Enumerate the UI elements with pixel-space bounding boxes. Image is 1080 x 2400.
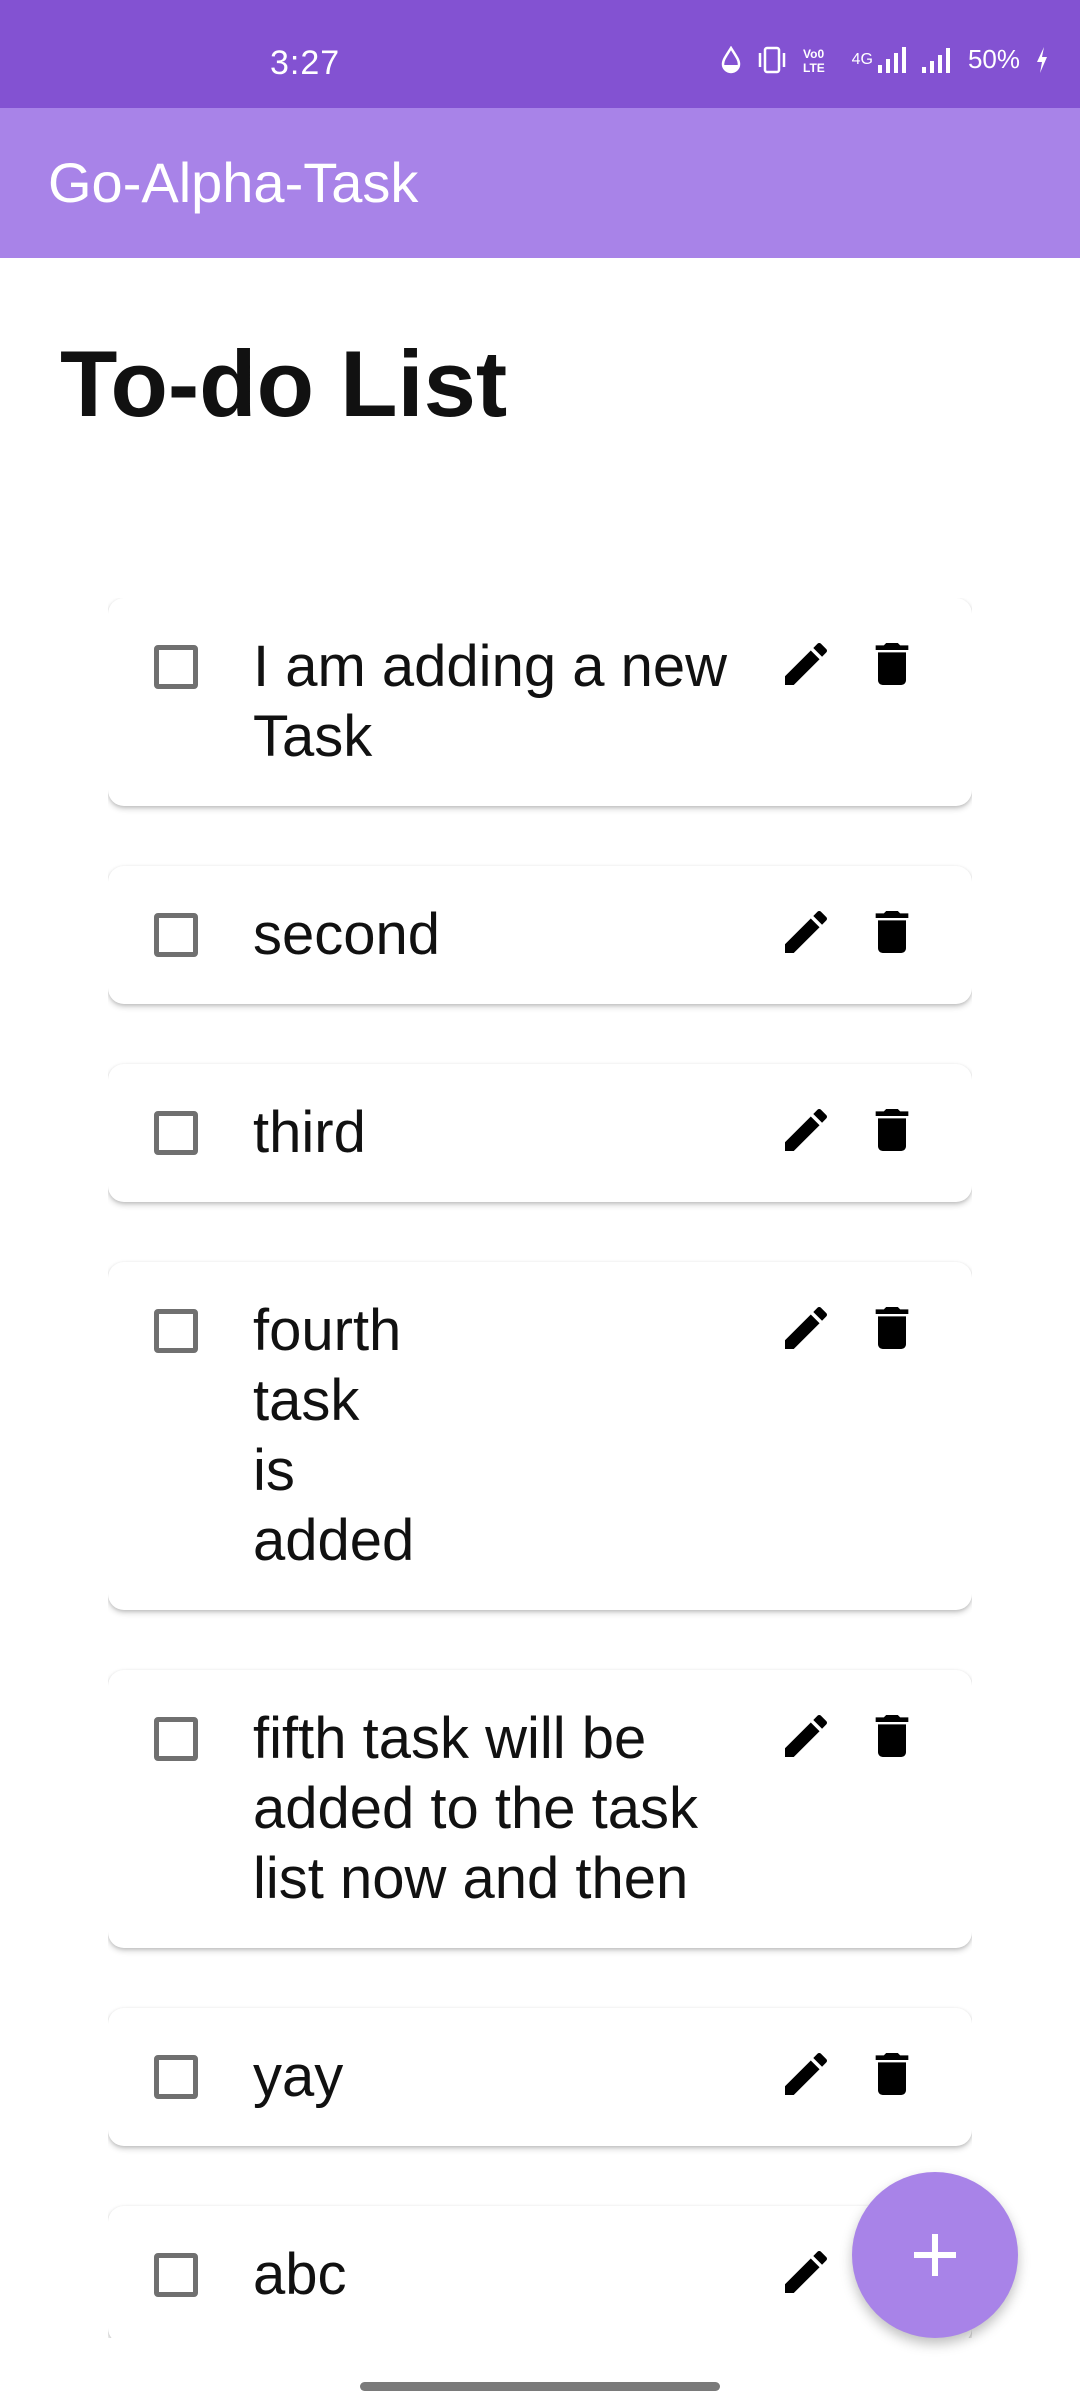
signal-icon	[920, 45, 954, 75]
task-actions	[778, 1300, 920, 1356]
task-item: third	[108, 1064, 972, 1202]
task-text: yay	[253, 2044, 344, 2109]
page-title: To-do List	[60, 331, 508, 436]
delete-button[interactable]	[864, 1708, 920, 1764]
status-bar: 3:27 Vo0 LTE 4G 50%	[0, 0, 1080, 108]
pencil-icon	[785, 2052, 828, 2095]
network-type-label: 4G	[851, 50, 873, 68]
task-actions	[778, 1708, 920, 1764]
svg-text:LTE: LTE	[803, 61, 825, 75]
trash-icon	[875, 643, 909, 685]
task-actions	[778, 636, 920, 692]
status-icons: Vo0 LTE 4G 50%	[720, 44, 1050, 75]
pencil-icon	[785, 1306, 828, 1349]
task-item: I am adding a new Task	[108, 598, 972, 806]
trash-icon	[875, 1307, 909, 1349]
data-saver-icon	[720, 45, 742, 74]
task-item: fifth task will be added to the task lis…	[108, 1670, 972, 1948]
pencil-icon	[785, 2250, 828, 2293]
task-item: second	[108, 866, 972, 1004]
edit-button[interactable]	[778, 636, 834, 692]
task-list[interactable]: I am adding a new Task second third four…	[108, 598, 972, 2338]
pencil-icon	[785, 1108, 828, 1151]
delete-button[interactable]	[864, 2046, 920, 2102]
trash-icon	[875, 2053, 909, 2095]
edit-button[interactable]	[778, 2244, 834, 2300]
task-text: fourth task is added	[253, 1298, 415, 1573]
task-checkbox[interactable]	[154, 913, 198, 957]
plus-icon	[914, 2234, 956, 2276]
vibrate-icon	[756, 45, 788, 75]
edit-button[interactable]	[778, 1102, 834, 1158]
task-checkbox[interactable]	[154, 645, 198, 689]
delete-button[interactable]	[864, 636, 920, 692]
app-title: Go-Alpha-Task	[48, 151, 419, 214]
status-time: 3:27	[270, 44, 341, 82]
delete-button[interactable]	[864, 1102, 920, 1158]
signal-4g-icon: 4G	[852, 45, 906, 75]
trash-icon	[875, 911, 909, 953]
edit-button[interactable]	[778, 1300, 834, 1356]
delete-button[interactable]	[864, 904, 920, 960]
task-item: fourth task is added	[108, 1262, 972, 1610]
edit-button[interactable]	[778, 2046, 834, 2102]
task-checkbox[interactable]	[154, 1717, 198, 1761]
task-text: second	[253, 902, 441, 967]
task-text: fifth task will be added to the task lis…	[253, 1706, 698, 1911]
pencil-icon	[785, 910, 828, 953]
delete-button[interactable]	[864, 1300, 920, 1356]
edit-button[interactable]	[778, 904, 834, 960]
task-text: abc	[253, 2242, 347, 2307]
task-text: third	[253, 1100, 366, 1165]
task-checkbox[interactable]	[154, 1309, 198, 1353]
task-actions	[778, 1102, 920, 1158]
task-actions	[778, 904, 920, 960]
battery-percentage: 50%	[967, 44, 1020, 74]
task-checkbox[interactable]	[154, 2055, 198, 2099]
svg-text:Vo0: Vo0	[803, 47, 824, 61]
home-indicator[interactable]	[360, 2382, 720, 2391]
task-checkbox[interactable]	[154, 2253, 198, 2297]
pencil-icon	[785, 1714, 828, 1757]
task-item: abc	[108, 2206, 972, 2338]
battery-charging-icon	[1034, 45, 1050, 75]
app-bar: Go-Alpha-Task	[0, 108, 1080, 258]
edit-button[interactable]	[778, 1708, 834, 1764]
add-task-button[interactable]	[852, 2172, 1018, 2338]
task-text: I am adding a new Task	[253, 634, 727, 769]
volte-icon: Vo0 LTE	[802, 45, 838, 75]
pencil-icon	[785, 642, 828, 685]
trash-icon	[875, 1715, 909, 1757]
trash-icon	[875, 1109, 909, 1151]
task-item: yay	[108, 2008, 972, 2146]
task-checkbox[interactable]	[154, 1111, 198, 1155]
task-actions	[778, 2046, 920, 2102]
